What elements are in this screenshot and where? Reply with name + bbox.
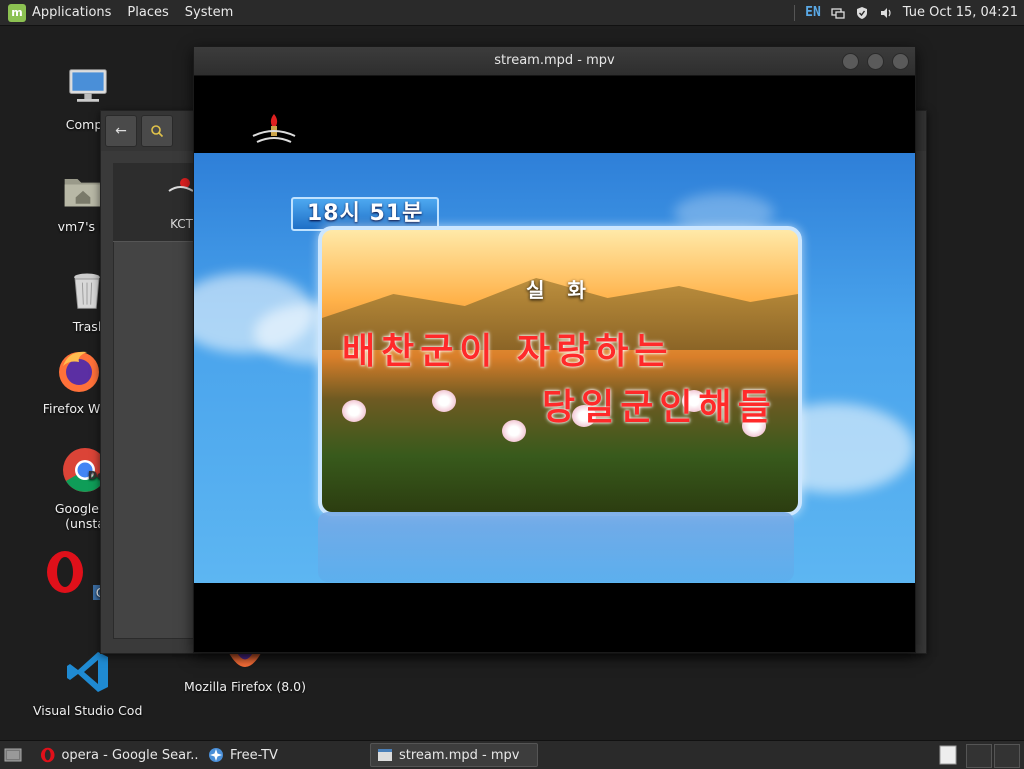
frame-reflection <box>318 512 794 582</box>
vscode-icon <box>67 652 108 692</box>
channel-item-kct[interactable]: KCT <box>113 163 199 242</box>
close-button[interactable] <box>892 53 909 70</box>
volume-icon[interactable] <box>879 6 893 20</box>
back-button[interactable]: ← <box>105 115 137 147</box>
mint-menu-icon[interactable]: m <box>8 3 26 22</box>
show-desktop-icon[interactable] <box>4 746 22 764</box>
desktop-icon-label: Mozilla Firefox (8.0) <box>183 679 307 694</box>
bottom-taskbar: opera - Google Sear... Free-TV stream.mp… <box>0 740 1024 769</box>
firefox-icon <box>228 652 262 667</box>
free-tv-icon <box>209 748 223 762</box>
program-title-line2: 당일군인해들 <box>542 387 777 428</box>
tray-separator <box>794 4 796 21</box>
taskbar-item-label: stream.mpd - mpv <box>399 747 520 763</box>
window-icon <box>378 749 392 761</box>
keyboard-layout-indicator[interactable]: EN <box>805 5 821 20</box>
clock[interactable]: Tue Oct 15, 04:21 <box>903 5 1018 20</box>
menu-places[interactable]: Places <box>127 5 168 20</box>
video-area[interactable]: 18시 51분 실 화 배찬군이 자랑하는 당일군인해들 <box>194 76 915 652</box>
search-icon <box>151 125 164 138</box>
desktop-icon-label: Visual Studio Code <box>33 703 143 718</box>
opera-icon <box>40 747 55 763</box>
workspace-2[interactable] <box>966 744 992 768</box>
firefox-icon <box>59 351 99 392</box>
workspace-3[interactable] <box>994 744 1020 768</box>
system-tray: EN Tue Oct 15, 04:21 <box>794 0 1018 25</box>
shield-icon[interactable] <box>855 6 869 20</box>
menu-applications[interactable]: Applications <box>32 5 111 20</box>
network-icon[interactable] <box>831 6 845 20</box>
window-controls <box>842 53 909 70</box>
channel-logo-icon <box>168 178 194 192</box>
minimize-button[interactable] <box>842 53 859 70</box>
workspace-switcher-icon[interactable] <box>938 745 958 765</box>
back-arrow-icon: ← <box>115 123 127 139</box>
taskbar-item-free-tv[interactable]: Free-TV <box>202 743 366 767</box>
search-button[interactable] <box>141 115 173 147</box>
program-subtitle: 실 화 <box>526 278 594 302</box>
taskbar-item-label: Free-TV <box>230 747 278 763</box>
window-title: stream.mpd - mpv <box>494 53 615 68</box>
opera-icon <box>46 551 83 593</box>
program-title-line1: 배찬군이 자랑하는 <box>342 331 674 372</box>
channel-label: KCT <box>170 217 193 231</box>
taskbar-item-mpv[interactable]: stream.mpd - mpv <box>370 743 538 767</box>
maximize-button[interactable] <box>867 53 884 70</box>
taskbar-item-label: opera - Google Sear... <box>61 747 198 763</box>
mpv-titlebar[interactable]: stream.mpd - mpv <box>194 47 915 76</box>
desktop-icon-mozilla-firefox[interactable]: Mozilla Firefox (8.0) <box>180 652 310 694</box>
top-panel: m Applications Places System EN Tue Oct … <box>0 0 1024 26</box>
channel-torch-logo <box>252 114 296 143</box>
taskbar-item-opera[interactable]: opera - Google Sear... <box>34 743 198 767</box>
menu-system[interactable]: System <box>185 5 233 20</box>
desktop-icon-vscode[interactable]: Visual Studio Code <box>33 648 143 718</box>
program-title-frame: 실 화 배찬군이 자랑하는 당일군인해들 <box>318 226 802 516</box>
mpv-window: stream.mpd - mpv 18시 51분 실 화 배찬군이 자랑하는 당… <box>193 46 916 653</box>
computer-icon <box>69 69 107 102</box>
